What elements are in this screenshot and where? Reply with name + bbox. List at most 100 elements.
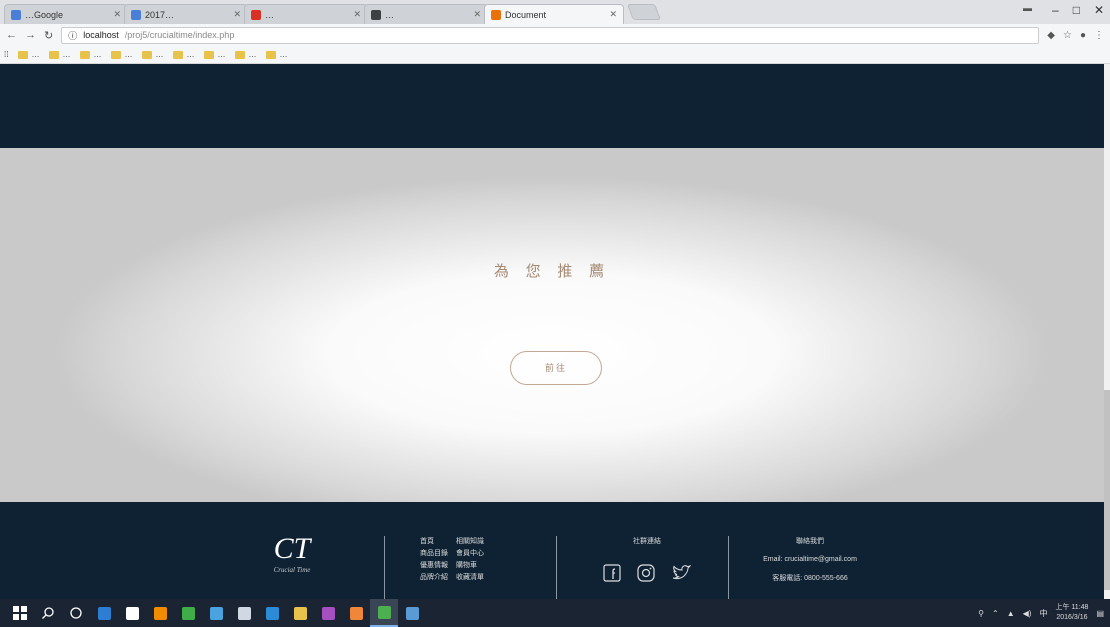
app-orange-icon[interactable]	[342, 599, 370, 627]
ime-icon[interactable]: 中	[1039, 608, 1047, 619]
footer-link[interactable]: 收藏清單	[456, 572, 506, 582]
folder-icon	[142, 50, 153, 59]
app-orange-glyph	[349, 606, 363, 620]
browser-tab[interactable]: 2017… ✕	[124, 4, 248, 24]
footer-link[interactable]: 首頁	[420, 536, 456, 546]
scrollbar-thumb[interactable]	[1104, 390, 1110, 590]
bookmark-item[interactable]: …	[49, 50, 70, 59]
vlc-icon[interactable]	[146, 599, 174, 627]
bookmark-label: …	[248, 50, 257, 59]
tab-title: …	[385, 9, 394, 20]
app-purple-icon[interactable]	[314, 599, 342, 627]
forward-icon[interactable]: →	[25, 29, 36, 41]
tab-favicon-icon	[131, 9, 141, 20]
logo-subtitle: Crucial Time	[273, 566, 311, 574]
info-icon[interactable]: ⓘ	[68, 29, 77, 42]
browser-tab[interactable]: … ✕	[244, 4, 368, 24]
minimize-icon[interactable]: –	[1052, 3, 1059, 17]
bookmark-item[interactable]: …	[204, 50, 225, 59]
footer-logo[interactable]: CT Crucial Time	[262, 532, 322, 575]
recommend-section: 為 您 推 薦 前往	[0, 148, 1104, 502]
bookmark-item[interactable]: …	[18, 50, 39, 59]
browser-toolbar: ← → ↻ ⓘ localhost/proj5/crucialtime/inde…	[0, 24, 1110, 46]
app-blue-icon[interactable]	[202, 599, 230, 627]
clock-time: 上午 11:48	[1055, 604, 1089, 611]
taskbar-apps	[90, 599, 426, 627]
explorer-icon[interactable]	[286, 599, 314, 627]
bookmark-item[interactable]: …	[235, 50, 256, 59]
address-host: localhost	[83, 30, 119, 40]
contact-email[interactable]: Email: crucialtime@gmail.com	[740, 556, 880, 563]
footer-link[interactable]: 優惠情報	[420, 560, 456, 570]
reload-icon[interactable]: ↻	[44, 29, 53, 42]
footer-link[interactable]: 商品目錄	[420, 548, 456, 558]
go-button[interactable]: 前往	[510, 351, 602, 385]
bookmark-item[interactable]: …	[111, 50, 132, 59]
menu-icon[interactable]: ⋮	[1094, 30, 1104, 41]
extension2-icon[interactable]: ●	[1080, 30, 1086, 41]
maximize-icon[interactable]: □	[1073, 3, 1080, 17]
edge-icon[interactable]	[90, 599, 118, 627]
windows-taskbar: ⚲ ⌃ ▲ ◀) 中 上午 11:48 2016/3/16 ▤	[0, 599, 1110, 627]
volume-icon[interactable]: ◀)	[1023, 609, 1032, 618]
search-icon[interactable]	[34, 599, 62, 627]
tab-close-icon[interactable]: ✕	[353, 9, 361, 20]
toolbar-right: ◆ ☆ ● ⋮	[1047, 30, 1104, 41]
social-section: 社群連結	[592, 536, 702, 582]
notification-icon[interactable]: ▤	[1096, 609, 1104, 618]
address-bar[interactable]: ⓘ localhost/proj5/crucialtime/index.php	[61, 26, 1040, 44]
bookmark-item[interactable]: …	[266, 50, 287, 59]
tab-close-icon[interactable]: ✕	[473, 9, 481, 20]
store-icon[interactable]	[118, 599, 146, 627]
app-window-icon[interactable]	[398, 599, 426, 627]
divider	[728, 536, 729, 599]
bookmark-item[interactable]: …	[173, 50, 194, 59]
facebook-icon[interactable]	[603, 564, 621, 582]
vlc-glyph	[153, 606, 167, 620]
footer-link[interactable]: 品牌介紹	[420, 572, 456, 582]
tab-title: …Google	[25, 9, 64, 20]
star-icon[interactable]: ☆	[1063, 30, 1072, 41]
browser-tabstrip: …Google ✕ 2017… ✕… ✕… ✕ Document ✕ ▬ – □ ✕	[0, 0, 1110, 24]
vscode-icon[interactable]	[258, 599, 286, 627]
app-window-glyph	[405, 606, 419, 620]
start-icon[interactable]	[6, 599, 34, 627]
instagram-icon[interactable]	[637, 564, 655, 582]
app-green-icon[interactable]	[174, 599, 202, 627]
tab-favicon-icon	[371, 9, 381, 20]
extension-icon[interactable]: ◆	[1047, 30, 1055, 41]
tab-close-icon[interactable]: ✕	[113, 9, 121, 20]
chevron-up-icon[interactable]: ⌃	[992, 609, 999, 618]
folder-icon	[266, 50, 277, 59]
browser-tab[interactable]: … ✕	[364, 4, 488, 24]
task-view-icon[interactable]	[62, 599, 90, 627]
logo-mark: CT	[273, 532, 311, 565]
social-title: 社群連結	[633, 538, 661, 545]
bookmark-label: …	[279, 50, 288, 59]
chrome-icon[interactable]	[370, 599, 398, 627]
bookmark-item[interactable]: …	[80, 50, 101, 59]
clock[interactable]: 上午 11:48 2016/3/16	[1055, 603, 1088, 623]
twitter-icon[interactable]	[671, 564, 691, 582]
people-icon[interactable]: ⚲	[978, 609, 984, 618]
browser-tab[interactable]: …Google ✕	[4, 4, 128, 24]
tab-close-icon[interactable]: ✕	[609, 9, 617, 20]
network-icon[interactable]: ▲	[1007, 609, 1015, 618]
footer-link[interactable]: 會員中心	[456, 548, 506, 558]
app-green-glyph	[181, 606, 195, 620]
apps-icon[interactable]: ⁞⁞	[4, 50, 8, 59]
divider	[384, 536, 385, 599]
footer-links: 首頁 相關知識 商品目錄 會員中心 優惠情報 購物車 品牌介紹 收藏清單	[420, 536, 506, 582]
footer-link[interactable]: 購物車	[456, 560, 506, 570]
profile-icon[interactable]: ▬	[1023, 3, 1032, 17]
store-glyph	[125, 606, 139, 620]
folder-icon	[18, 50, 29, 59]
close-icon[interactable]: ✕	[1094, 3, 1104, 17]
tab-close-icon[interactable]: ✕	[233, 9, 241, 20]
back-icon[interactable]: ←	[6, 29, 17, 41]
footer-link[interactable]: 相關知識	[456, 536, 506, 546]
new-tab-button[interactable]	[627, 4, 661, 20]
browser-tab[interactable]: Document ✕	[484, 4, 624, 24]
bookmark-item[interactable]: …	[142, 50, 163, 59]
mail-icon[interactable]	[230, 599, 258, 627]
